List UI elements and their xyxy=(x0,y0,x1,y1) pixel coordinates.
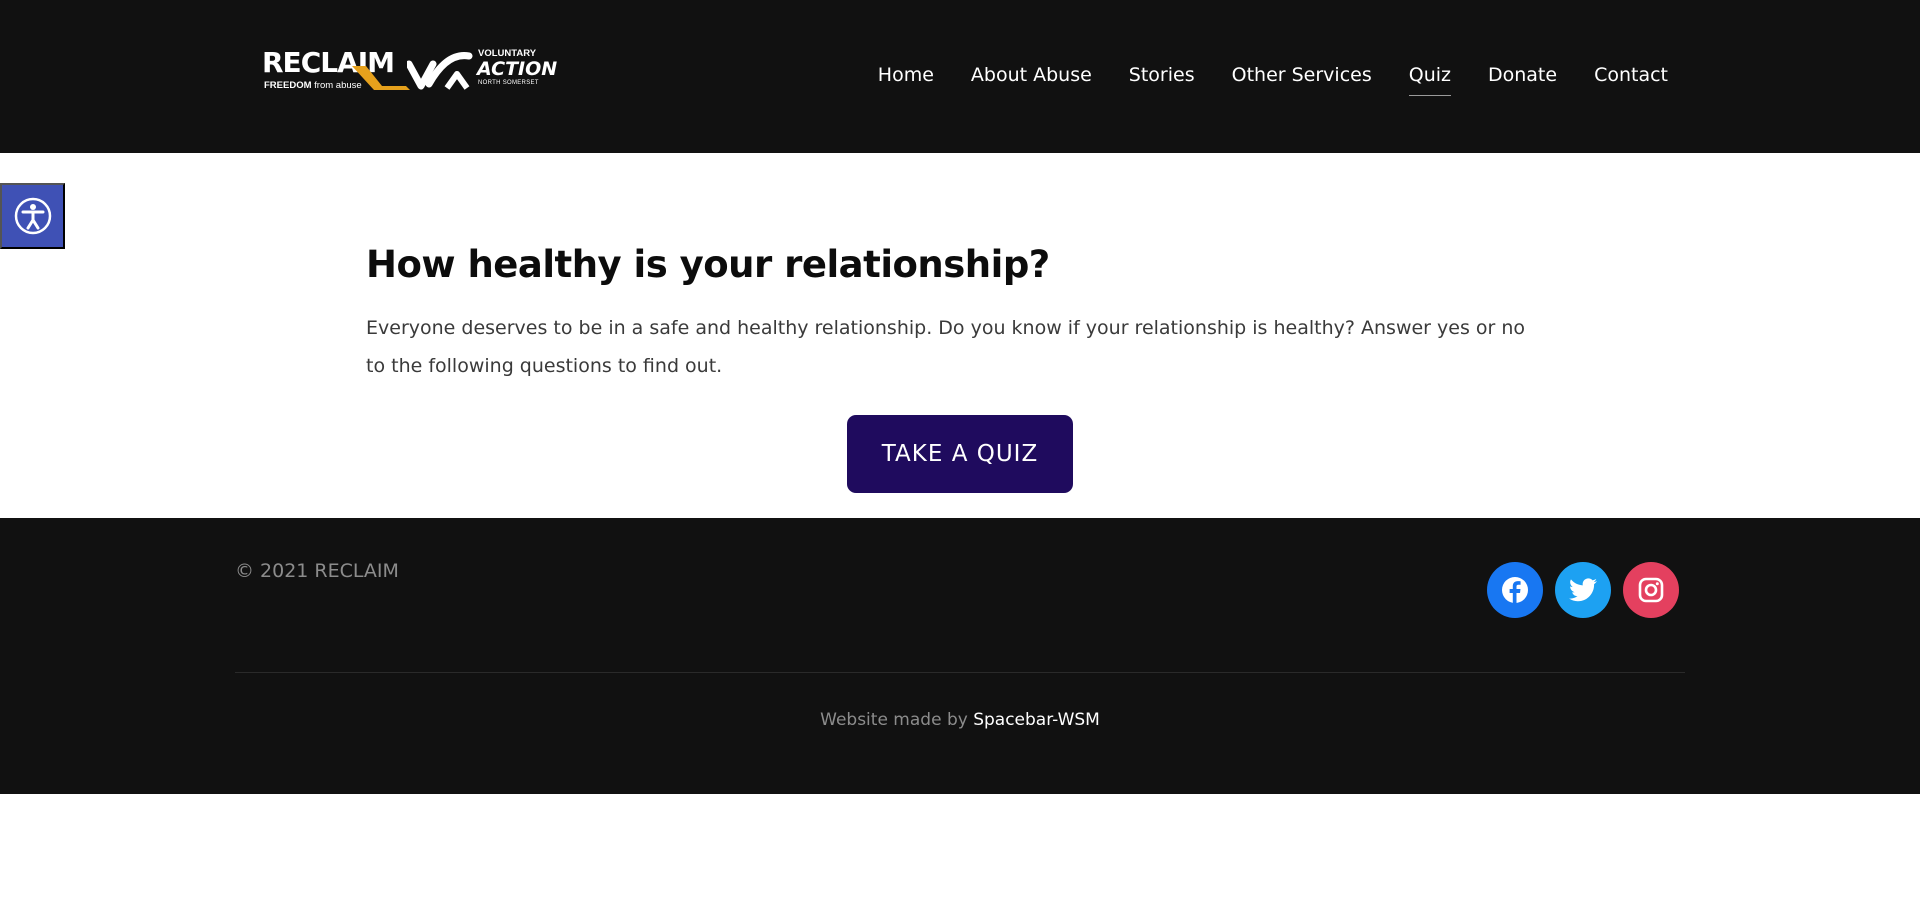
footer-divider xyxy=(235,672,1685,673)
logo-tagline: FREEDOM from abuse xyxy=(264,80,362,91)
social-links xyxy=(1487,562,1679,618)
site-header: RECLAIM FREEDOM from abuse VOLUNTARY ACT… xyxy=(0,0,1920,153)
credit-prefix: Website made by xyxy=(820,710,968,730)
intro-text: Everyone deserves to be in a safe and he… xyxy=(366,317,1526,377)
site-footer: © 2021 RECLAIM Website made by Spacebar-… xyxy=(0,518,1920,794)
nav-quiz[interactable]: Quiz xyxy=(1408,62,1452,96)
twitter-icon xyxy=(1569,578,1597,602)
facebook-link[interactable] xyxy=(1487,562,1543,618)
take-quiz-button[interactable]: TAKE A QUIZ xyxy=(847,415,1073,493)
page-title: How healthy is your relationship? xyxy=(366,243,1050,286)
twitter-link[interactable] xyxy=(1555,562,1611,618)
voluntary-action-mark-icon xyxy=(407,52,473,90)
copyright-text: © 2021 RECLAIM xyxy=(235,560,399,582)
logo-va-line2: ACTION xyxy=(477,58,558,80)
main-content: How healthy is your relationship? Everyo… xyxy=(366,235,1556,385)
instagram-icon xyxy=(1638,577,1664,603)
site-credit: Website made by Spacebar-WSM xyxy=(0,709,1920,731)
credit-link[interactable]: Spacebar-WSM xyxy=(973,710,1100,730)
facebook-icon xyxy=(1502,577,1528,603)
main-nav: Home About Abuse Stories Other Services … xyxy=(841,62,1668,96)
instagram-link[interactable] xyxy=(1623,562,1679,618)
nav-about-abuse[interactable]: About Abuse xyxy=(971,62,1092,96)
nav-stories[interactable]: Stories xyxy=(1129,62,1195,96)
nav-donate[interactable]: Donate xyxy=(1488,62,1557,96)
accessibility-toolbar-button[interactable] xyxy=(0,183,65,249)
nav-contact[interactable]: Contact xyxy=(1594,62,1668,96)
nav-other-services[interactable]: Other Services xyxy=(1232,62,1372,96)
nav-home[interactable]: Home xyxy=(878,62,934,96)
accessibility-icon xyxy=(14,197,51,235)
logo-va-line3: NORTH SOMERSET xyxy=(478,80,539,86)
site-logo[interactable]: RECLAIM FREEDOM from abuse VOLUNTARY ACT… xyxy=(262,48,557,93)
